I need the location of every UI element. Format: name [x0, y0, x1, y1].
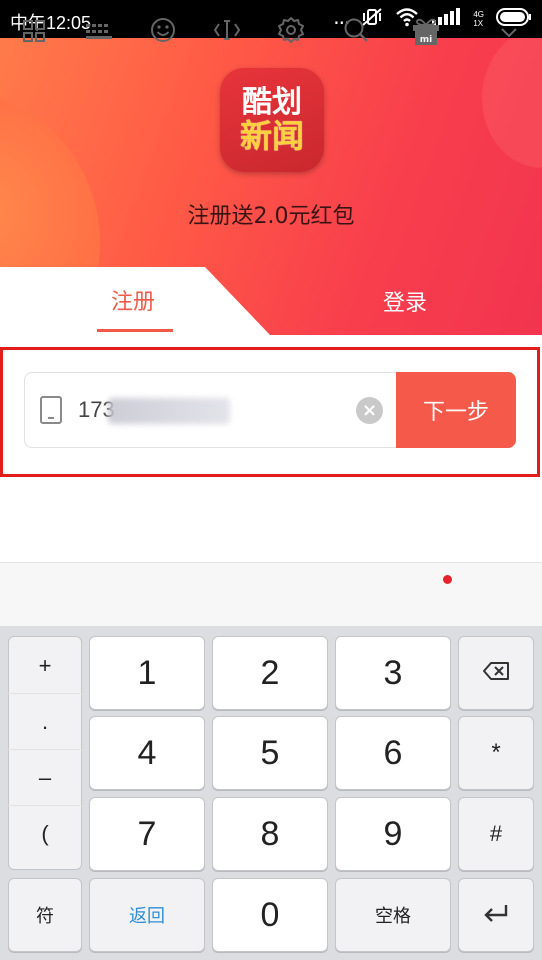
tab-register-underline	[97, 329, 173, 332]
key-1[interactable]: 1	[89, 636, 205, 710]
network-type: 4G 1X	[473, 10, 484, 28]
network-1x: 1X	[473, 19, 484, 28]
next-step-button[interactable]: 下一步	[396, 372, 516, 448]
key-4[interactable]: 4	[89, 716, 205, 790]
key-hash[interactable]: #	[458, 797, 534, 871]
key-dot[interactable]: .	[8, 694, 82, 750]
keyboard-toolbar	[0, 562, 542, 626]
chevron-down-icon[interactable]	[497, 16, 521, 46]
logo-text-bottom: 新闻	[239, 117, 304, 155]
backspace-key[interactable]	[458, 636, 534, 710]
key-space[interactable]: 空格	[335, 878, 451, 952]
app-logo: 酷划 新闻	[220, 68, 324, 172]
key-7[interactable]: 7	[89, 797, 205, 871]
search-icon[interactable]	[342, 16, 370, 46]
notification-dot	[443, 575, 452, 584]
key-3[interactable]: 3	[335, 636, 451, 710]
backspace-icon	[482, 661, 510, 686]
enter-key[interactable]	[458, 878, 534, 952]
tab-login[interactable]: 登录	[300, 285, 510, 317]
enter-icon	[482, 902, 510, 929]
phone-icon	[40, 396, 62, 424]
gift-icon[interactable]: mi	[410, 16, 442, 46]
cursor-icon[interactable]	[212, 16, 242, 46]
key-star[interactable]: *	[458, 716, 534, 790]
key-symbols[interactable]: 符	[8, 878, 82, 952]
key-plus[interactable]: +	[8, 638, 82, 694]
key-2[interactable]: 2	[212, 636, 328, 710]
status-bar: 中午12:05 ... 4G 1X	[0, 0, 542, 38]
key-5[interactable]: 5	[212, 716, 328, 790]
settings-icon[interactable]	[277, 16, 305, 46]
key-9[interactable]: 9	[335, 797, 451, 871]
clear-icon[interactable]: ×	[356, 397, 383, 424]
key-0[interactable]: 0	[212, 878, 328, 952]
logo-text-top: 酷划	[242, 85, 302, 120]
network-4g: 4G	[473, 10, 484, 19]
phone-number-blurred	[108, 398, 230, 424]
promo-text: 注册送2.0元红包	[187, 204, 355, 229]
header-decoration-right	[482, 38, 542, 168]
grid-icon[interactable]	[22, 16, 46, 46]
key-6[interactable]: 6	[335, 716, 451, 790]
key-paren[interactable]: (	[8, 806, 82, 862]
svg-text:mi: mi	[420, 35, 432, 45]
key-dash[interactable]: –	[8, 750, 82, 806]
emoji-icon[interactable]	[149, 16, 177, 46]
key-8[interactable]: 8	[212, 797, 328, 871]
key-back[interactable]: 返回	[89, 878, 205, 952]
keyboard-icon[interactable]	[85, 16, 113, 46]
